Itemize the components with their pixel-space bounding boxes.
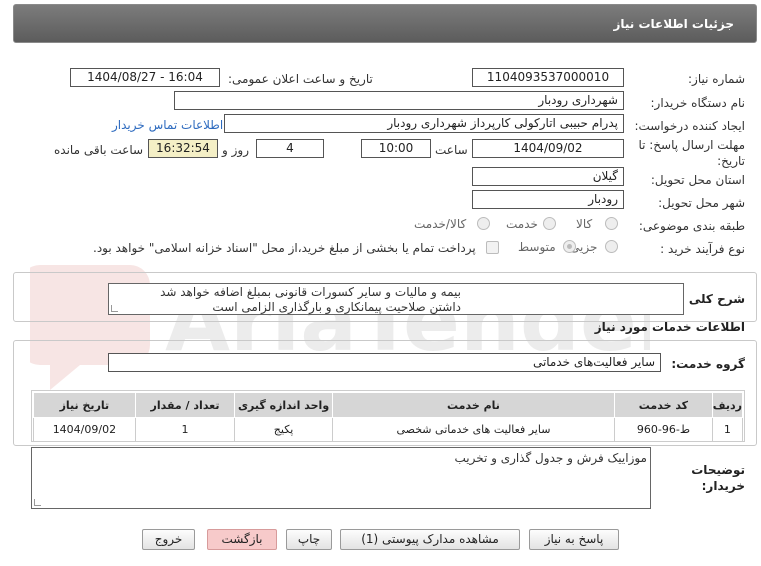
buyer-contact-link[interactable]: اطلاعات تماس خریدار bbox=[112, 118, 223, 132]
cell-unit: پکیج bbox=[234, 417, 333, 442]
process-radio-medium[interactable] bbox=[563, 240, 576, 253]
deadline-time-label: ساعت bbox=[435, 143, 468, 157]
province-field[interactable]: گیلان bbox=[472, 167, 624, 186]
cell-service-name: سایر فعالیت های خدماتی شخصی bbox=[331, 417, 616, 442]
buyer-notes-text: موزاییک فرش و جدول گذاری و تخریب bbox=[454, 451, 647, 465]
description-line-2: داشتن صلاحیت پیمانکاری و بارگذاری الزامی… bbox=[212, 300, 461, 314]
services-section-title: اطلاعات خدمات مورد نیاز bbox=[594, 320, 745, 334]
deadline-date-field[interactable]: 1404/09/02 bbox=[472, 139, 624, 158]
cell-qty: 1 bbox=[134, 417, 236, 442]
remaining-time-field[interactable]: 16:32:54 bbox=[148, 139, 218, 158]
process-radio-minor[interactable] bbox=[605, 240, 618, 253]
page-header: جزئیات اطلاعات نیاز bbox=[13, 4, 757, 43]
category-radio-service[interactable] bbox=[543, 217, 556, 230]
category-radio-goods-service[interactable] bbox=[477, 217, 490, 230]
service-group-label: گروه خدمت: bbox=[671, 357, 745, 371]
description-textarea[interactable]: بیمه و مالیات و سایر کسورات قانونی بمبلغ… bbox=[108, 283, 684, 315]
col-date-header: تاریخ نیاز bbox=[33, 392, 136, 418]
category-option-goods: کالا bbox=[576, 217, 593, 231]
days-label: روز و bbox=[222, 143, 249, 157]
process-type-label: نوع فرآیند خرید : bbox=[660, 242, 745, 256]
cell-service-code: ط-96-960 bbox=[614, 417, 713, 442]
resize-handle-icon[interactable] bbox=[111, 305, 118, 312]
need-number-field[interactable]: 1104093537000010 bbox=[472, 68, 624, 87]
cell-row-index: 1 bbox=[711, 417, 744, 442]
category-option-goods-service: کالا/خدمت bbox=[414, 217, 467, 231]
page-title: جزئیات اطلاعات نیاز bbox=[613, 17, 734, 31]
process-option-medium: متوسط bbox=[518, 240, 556, 254]
category-option-service: خدمت bbox=[506, 217, 538, 231]
buyer-notes-label-1: توضیحات bbox=[691, 463, 745, 477]
deadline-label: مهلت ارسال پاسخ: تا bbox=[638, 138, 745, 152]
col-name-header: نام خدمت bbox=[331, 392, 616, 418]
cell-need-date: 1404/09/02 bbox=[33, 417, 136, 442]
province-label: استان محل تحویل: bbox=[650, 173, 745, 187]
announce-datetime-label: تاریخ و ساعت اعلان عمومی: bbox=[228, 72, 373, 86]
buyer-notes-label-2: خریدار: bbox=[701, 479, 745, 493]
deadline-time-field[interactable]: 10:00 bbox=[361, 139, 431, 158]
description-line-1: بیمه و مالیات و سایر کسورات قانونی بمبلغ… bbox=[160, 285, 461, 299]
exit-button[interactable]: خروج bbox=[142, 529, 195, 550]
reply-button[interactable]: پاسخ به نیاز bbox=[529, 529, 619, 550]
back-button[interactable]: بازگشت bbox=[207, 529, 277, 550]
treasury-payment-note: پرداخت تمام یا بخشی از مبلغ خرید،از محل … bbox=[93, 241, 476, 255]
print-button[interactable]: چاپ bbox=[286, 529, 332, 550]
treasury-payment-checkbox[interactable] bbox=[486, 241, 499, 254]
buyer-org-field[interactable]: شهرداری رودبار bbox=[174, 91, 624, 110]
services-header-row: ردیف کد خدمت نام خدمت واحد اندازه گیری ت… bbox=[33, 392, 744, 418]
remaining-time-label: ساعت باقی مانده bbox=[54, 143, 144, 157]
city-label: شهر محل تحویل: bbox=[658, 196, 745, 210]
service-group-field[interactable]: سایر فعالیت‌های خدماتی bbox=[108, 353, 661, 372]
view-attachments-button[interactable]: مشاهده مدارک پیوستی (1) bbox=[340, 529, 520, 550]
deadline-date-label: تاریخ: bbox=[717, 154, 745, 168]
days-remaining-field[interactable]: 4 bbox=[256, 139, 324, 158]
col-unit-header: واحد اندازه گیری bbox=[234, 392, 333, 418]
table-row[interactable]: 1 ط-96-960 سایر فعالیت های خدماتی شخصی پ… bbox=[33, 417, 744, 442]
buyer-notes-textarea[interactable]: موزاییک فرش و جدول گذاری و تخریب bbox=[31, 447, 651, 509]
creator-field[interactable]: پدرام حبیبی اتارکولی کارپرداز شهرداری رو… bbox=[224, 114, 624, 133]
need-number-label: شماره نیاز: bbox=[688, 72, 745, 86]
resize-handle-icon[interactable] bbox=[34, 499, 41, 506]
city-field[interactable]: رودبار bbox=[472, 190, 624, 209]
category-label: طبقه بندی موضوعی: bbox=[638, 219, 745, 233]
services-table: ردیف کد خدمت نام خدمت واحد اندازه گیری ت… bbox=[33, 392, 744, 442]
category-radio-goods[interactable] bbox=[605, 217, 618, 230]
col-code-header: کد خدمت bbox=[614, 392, 713, 418]
col-row-header: ردیف bbox=[711, 392, 744, 418]
announce-datetime-field[interactable]: 1404/08/27 - 16:04 bbox=[70, 68, 220, 87]
creator-label: ایجاد کننده درخواست: bbox=[634, 119, 745, 133]
buyer-org-label: نام دستگاه خریدار: bbox=[650, 96, 746, 110]
col-qty-header: تعداد / مقدار bbox=[134, 392, 236, 418]
